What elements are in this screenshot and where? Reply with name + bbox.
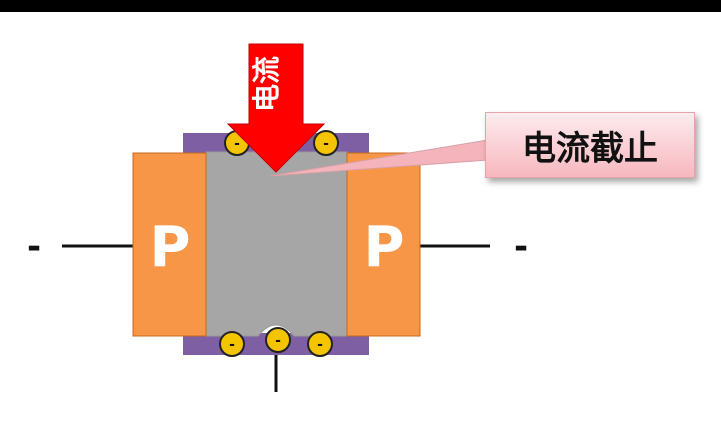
right-terminal-sign: - xyxy=(514,227,528,267)
diagram-stage: P P - - - - - - - 电流 电流截止 xyxy=(0,0,721,429)
svg-text:-: - xyxy=(229,337,235,353)
bottom-carrier-right: - xyxy=(307,331,333,357)
top-carrier-right: - xyxy=(313,130,339,156)
current-cutoff-callout: 电流截止 xyxy=(485,112,695,178)
svg-text:-: - xyxy=(323,136,329,152)
callout-text: 电流截止 xyxy=(522,128,658,169)
jfet-diagram: P P - - - - - - - 电流 xyxy=(27,43,528,392)
n-channel xyxy=(205,151,348,337)
left-p-label: P xyxy=(149,215,190,280)
bottom-carrier-left: - xyxy=(219,331,245,357)
left-terminal-sign: - xyxy=(27,227,41,267)
svg-text:-: - xyxy=(275,333,281,349)
bottom-carrier-middle: - xyxy=(265,327,291,353)
svg-text:-: - xyxy=(234,136,240,152)
right-p-label: P xyxy=(363,215,404,280)
current-arrow-label: 电流 xyxy=(250,56,283,112)
svg-text:-: - xyxy=(317,337,323,353)
